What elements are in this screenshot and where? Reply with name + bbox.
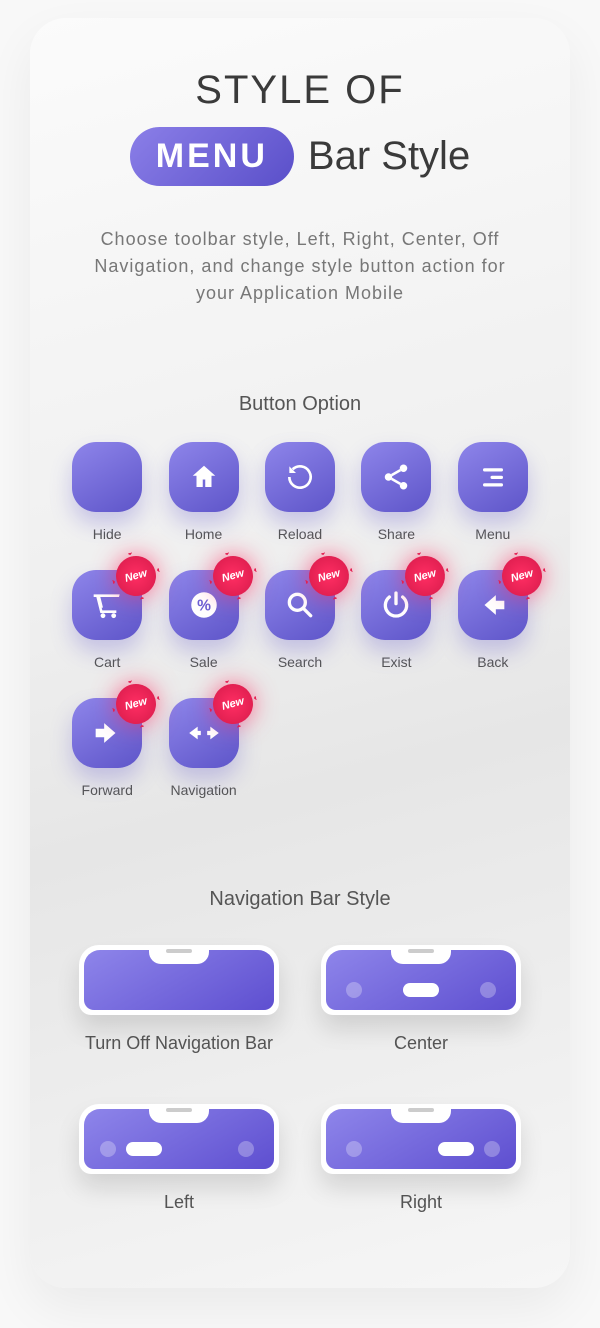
new-badge: New xyxy=(112,552,161,601)
hide-icon xyxy=(72,442,142,512)
forward-option[interactable]: New Forward xyxy=(68,698,146,798)
nav-style-right[interactable]: Right xyxy=(320,1104,522,1213)
cart-label: Cart xyxy=(94,654,120,670)
title-block: STYLE OF MENU Bar Style xyxy=(60,68,540,186)
menu-option[interactable]: Menu xyxy=(454,442,532,542)
hide-label: Hide xyxy=(93,526,122,542)
title-pill: MENU xyxy=(130,127,294,186)
nav-style-grid: Turn Off Navigation Bar Center Left Right xyxy=(60,945,540,1213)
nav-style-off-label: Turn Off Navigation Bar xyxy=(85,1033,273,1054)
title-line2: MENU Bar Style xyxy=(60,127,540,186)
back-icon: New xyxy=(458,570,528,640)
share-option[interactable]: Share xyxy=(357,442,435,542)
title-line1: STYLE OF xyxy=(60,68,540,113)
phone-preview-off xyxy=(79,945,279,1015)
home-option[interactable]: Home xyxy=(164,442,242,542)
share-label: Share xyxy=(378,526,415,542)
new-badge: New xyxy=(208,680,257,729)
nav-style-right-label: Right xyxy=(400,1192,442,1213)
button-option-heading: Button Option xyxy=(60,393,540,416)
new-badge: New xyxy=(112,680,161,729)
reload-icon xyxy=(265,442,335,512)
navigation-icon: New xyxy=(169,698,239,768)
cart-icon: New xyxy=(72,570,142,640)
search-icon: New xyxy=(265,570,335,640)
forward-label: Forward xyxy=(82,782,133,798)
reload-option[interactable]: Reload xyxy=(261,442,339,542)
menu-label: Menu xyxy=(475,526,510,542)
new-badge: New xyxy=(401,552,450,601)
feature-card: STYLE OF MENU Bar Style Choose toolbar s… xyxy=(30,18,570,1288)
new-badge: New xyxy=(497,552,546,601)
sale-label: Sale xyxy=(190,654,218,670)
title-rest: Bar Style xyxy=(308,134,470,179)
svg-text:%: % xyxy=(197,598,211,615)
exist-label: Exist xyxy=(381,654,411,670)
phone-preview-center xyxy=(321,945,521,1015)
search-option[interactable]: New Search xyxy=(261,570,339,670)
hide-option[interactable]: Hide xyxy=(68,442,146,542)
home-label: Home xyxy=(185,526,222,542)
new-badge: New xyxy=(304,552,353,601)
back-label: Back xyxy=(477,654,508,670)
back-option[interactable]: New Back xyxy=(454,570,532,670)
nav-style-left-label: Left xyxy=(164,1192,194,1213)
nav-style-center-label: Center xyxy=(394,1033,448,1054)
navigation-option[interactable]: New Navigation xyxy=(164,698,242,798)
forward-icon: New xyxy=(72,698,142,768)
nav-style-heading: Navigation Bar Style xyxy=(60,888,540,911)
home-icon xyxy=(169,442,239,512)
phone-preview-left xyxy=(79,1104,279,1174)
phone-preview-right xyxy=(321,1104,521,1174)
sale-option[interactable]: %New Sale xyxy=(164,570,242,670)
nav-style-center[interactable]: Center xyxy=(320,945,522,1054)
description-text: Choose toolbar style, Left, Right, Cente… xyxy=(80,226,520,307)
share-icon xyxy=(361,442,431,512)
button-grid: HideHomeReloadShareMenuNewCart%NewSaleNe… xyxy=(60,442,540,798)
exist-option[interactable]: New Exist xyxy=(357,570,435,670)
reload-label: Reload xyxy=(278,526,322,542)
menu-icon xyxy=(458,442,528,512)
cart-option[interactable]: New Cart xyxy=(68,570,146,670)
new-badge: New xyxy=(208,552,257,601)
exist-icon: New xyxy=(361,570,431,640)
nav-style-off[interactable]: Turn Off Navigation Bar xyxy=(78,945,280,1054)
sale-icon: %New xyxy=(169,570,239,640)
navigation-label: Navigation xyxy=(171,782,237,798)
nav-style-left[interactable]: Left xyxy=(78,1104,280,1213)
search-label: Search xyxy=(278,654,322,670)
